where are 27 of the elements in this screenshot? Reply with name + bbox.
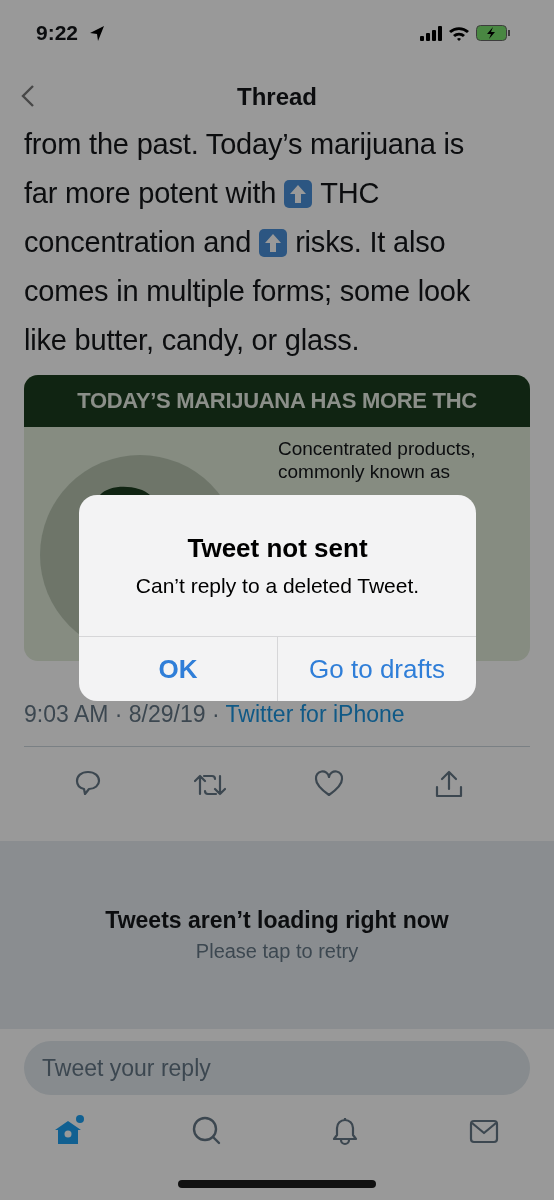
tweet-timestamp: 9:03 AM · 8/29/19 · (24, 701, 221, 727)
screen-title: Thread (237, 83, 317, 111)
error-title: Tweets aren’t loading right now (105, 907, 449, 934)
back-chevron-icon[interactable] (20, 84, 36, 108)
wifi-icon (448, 25, 470, 41)
battery-icon (476, 25, 510, 41)
signal-icon (420, 25, 442, 41)
reply-field[interactable]: Tweet your reply (24, 1041, 530, 1095)
location-arrow-icon (89, 24, 106, 42)
alert-message: Can’t reply to a deleted Tweet. (134, 574, 421, 598)
tweet-text: risks. It also (295, 225, 446, 260)
tweet-text: THC (320, 176, 380, 211)
ok-button[interactable]: OK (79, 637, 277, 701)
tweet-text: from the past. Today’s marijuana is (24, 127, 465, 162)
retry-hint[interactable]: Please tap to retry (195, 940, 359, 963)
heart-icon[interactable] (314, 769, 346, 799)
infographic-heading: TODAY’S MARIJUANA HAS MORE THC (24, 375, 530, 427)
source-link[interactable]: Twitter for iPhone (225, 701, 405, 727)
tweet-text: like butter, candy, or glass. (24, 323, 360, 358)
clock-time: 9:22 (36, 21, 79, 45)
infographic-text: commonly known as (278, 460, 452, 483)
infographic-text: Concentrated products, (278, 437, 476, 460)
tweet-text: far more potent with (24, 176, 277, 211)
tweet-text: comes in multiple forms; some look (24, 274, 471, 309)
alert-title: Tweet not sent (186, 533, 369, 564)
tweet-text: concentration and (24, 225, 252, 260)
alert-button[interactable]: Go to drafts (277, 637, 476, 701)
